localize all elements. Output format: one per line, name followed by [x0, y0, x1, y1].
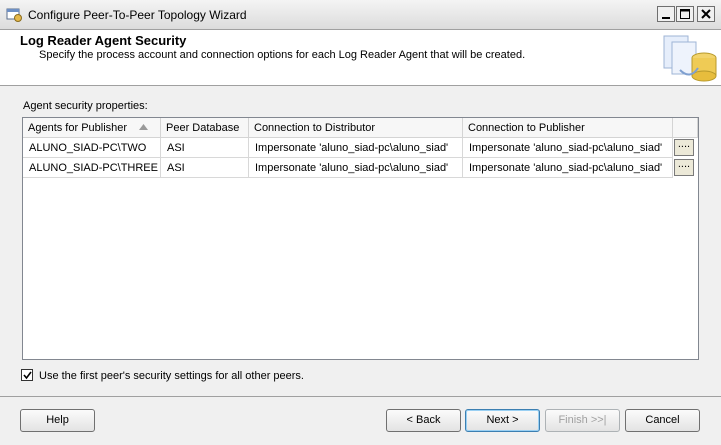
close-icon [701, 9, 711, 19]
cell-agent: ALUNO_SIAD-PC\TWO [23, 138, 161, 158]
page-subtitle: Specify the process account and connecti… [39, 49, 526, 61]
agent-security-grid: Agents for Publisher Peer Database Conne… [22, 117, 699, 360]
column-header-publisher[interactable]: Connection to Publisher [463, 118, 673, 138]
back-button[interactable]: < Back [386, 409, 461, 432]
checkmark-icon [23, 371, 32, 380]
database-icon [660, 32, 718, 84]
next-button[interactable]: Next > [465, 409, 540, 432]
edit-agent-security-button[interactable]: .... [674, 159, 694, 176]
cell-database: ASI [161, 138, 249, 158]
column-header-agents[interactable]: Agents for Publisher [23, 118, 161, 138]
maximize-icon [680, 9, 690, 19]
column-header-label: Peer Database [166, 122, 240, 134]
window-title: Configure Peer-To-Peer Topology Wizard [28, 8, 247, 22]
cell-database: ASI [161, 158, 249, 178]
column-header-label: Agents for Publisher [28, 122, 128, 134]
wizard-body: Agent security properties: Agents for Pu… [0, 86, 721, 396]
minimize-icon [662, 17, 670, 19]
cell-distributor: Impersonate 'aluno_siad-pc\aluno_siad' [249, 138, 463, 158]
cancel-button[interactable]: Cancel [625, 409, 700, 432]
wizard-footer: Help < Back Next > Finish >>| Cancel [0, 396, 721, 445]
finish-button[interactable]: Finish >>| [545, 409, 620, 432]
minimize-button[interactable] [657, 6, 675, 22]
sort-ascending-icon [139, 124, 148, 130]
cell-publisher: Impersonate 'aluno_siad-pc\aluno_siad' [463, 138, 673, 158]
table-row[interactable]: ALUNO_SIAD-PC\TWO ASI Impersonate 'aluno… [23, 138, 698, 158]
title-bar: Configure Peer-To-Peer Topology Wizard [0, 0, 721, 30]
column-header-distributor[interactable]: Connection to Distributor [249, 118, 463, 138]
cell-agent: ALUNO_SIAD-PC\THREE [23, 158, 161, 178]
maximize-button[interactable] [676, 6, 694, 22]
column-header-database[interactable]: Peer Database [161, 118, 249, 138]
app-icon [6, 7, 22, 23]
column-header-label: Connection to Publisher [468, 122, 585, 134]
wizard-header: Log Reader Agent Security Specify the pr… [0, 30, 721, 86]
grid-header: Agents for Publisher Peer Database Conne… [23, 118, 698, 138]
column-header-label: Connection to Distributor [254, 122, 376, 134]
use-first-peer-label[interactable]: Use the first peer's security settings f… [39, 370, 304, 382]
help-button[interactable]: Help [20, 409, 95, 432]
use-first-peer-checkbox[interactable] [21, 369, 33, 381]
agent-security-label: Agent security properties: [23, 100, 148, 112]
table-row[interactable]: ALUNO_SIAD-PC\THREE ASI Impersonate 'alu… [23, 158, 698, 178]
close-button[interactable] [697, 6, 715, 22]
column-header-spacer [673, 118, 698, 138]
cell-publisher: Impersonate 'aluno_siad-pc\aluno_siad' [463, 158, 673, 178]
edit-agent-security-button[interactable]: .... [674, 139, 694, 156]
cell-distributor: Impersonate 'aluno_siad-pc\aluno_siad' [249, 158, 463, 178]
page-title: Log Reader Agent Security [20, 33, 187, 48]
